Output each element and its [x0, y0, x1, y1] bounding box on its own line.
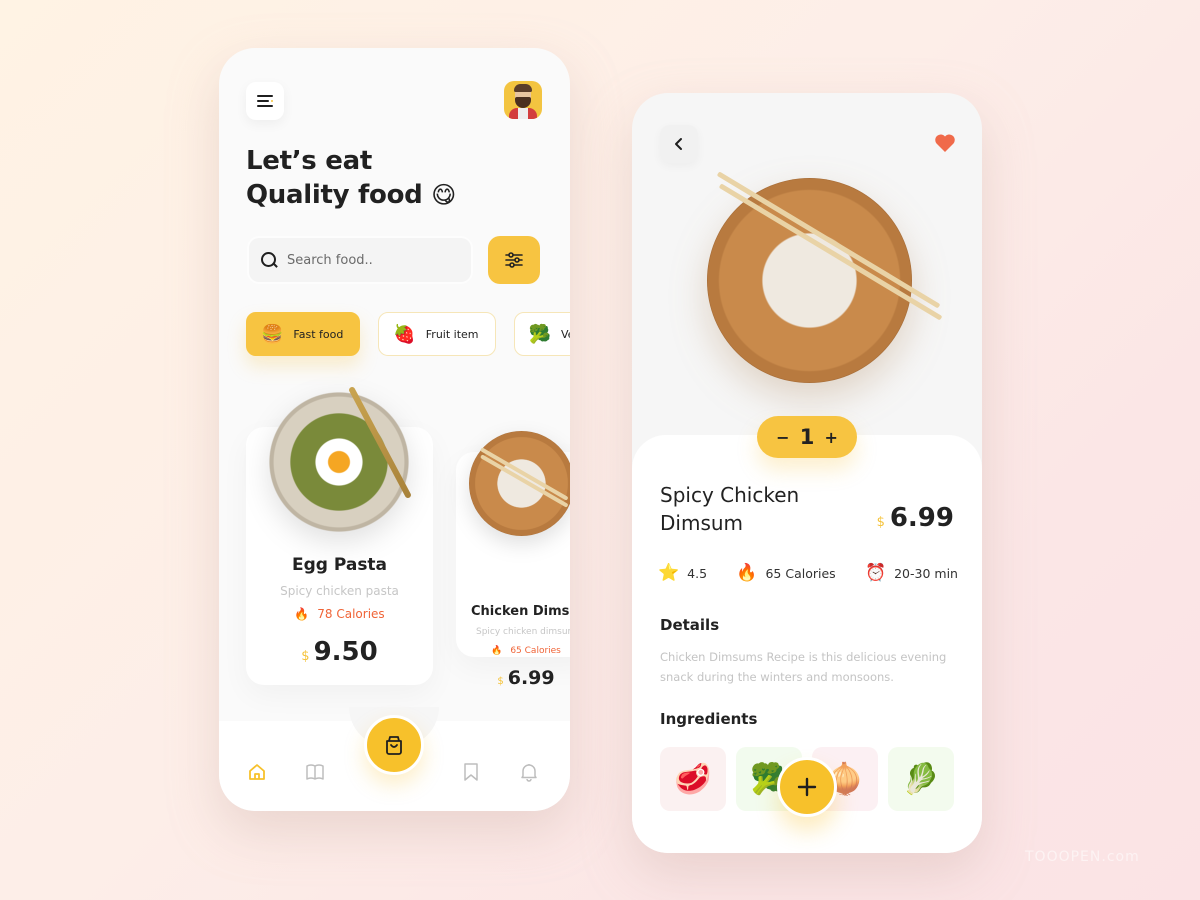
search-box — [247, 236, 473, 284]
add-to-cart-button[interactable] — [777, 757, 837, 817]
dish-name: Spicy Chicken Dimsum — [660, 483, 800, 535]
category-list: 🍔 Fast food 🍓 Fruit item 🥦 Vegetable — [246, 312, 570, 356]
dish-stats: ⭐ 4.5 🔥 65 Calories ⏰ 20-30 min — [658, 563, 958, 583]
home-icon — [249, 764, 265, 780]
increase-quantity-button[interactable]: + — [825, 428, 838, 447]
decrease-quantity-button[interactable]: − — [776, 428, 789, 447]
strawberry-icon: 🍓 — [393, 323, 416, 345]
bookmark-icon — [464, 763, 478, 781]
category-vegetable[interactable]: 🥦 Vegetable — [513, 312, 570, 356]
favorite-button[interactable] — [934, 133, 956, 153]
yummy-face-icon: 😋 — [431, 181, 456, 209]
category-fruit-item[interactable]: 🍓 Fruit item — [378, 312, 496, 356]
details-text: Chicken Dimsums Recipe is this delicious… — [660, 650, 947, 684]
calories: 🔥 65 Calories — [736, 563, 836, 583]
dish-price: $ 6.99 — [876, 503, 954, 533]
chevron-left-icon — [675, 138, 682, 150]
cabbage-icon: 🥬 — [902, 761, 940, 797]
search-icon — [261, 252, 277, 268]
price: $9.50 — [301, 637, 378, 667]
open-book-icon — [306, 764, 324, 780]
quantity-stepper: − 1 + — [757, 416, 857, 458]
category-fast-food[interactable]: 🍔 Fast food — [246, 312, 361, 356]
plus-icon — [797, 777, 817, 797]
prep-time: ⏰ 20-30 min — [864, 563, 958, 583]
dimsum-image — [469, 431, 570, 536]
meat-icon: 🥩 — [674, 761, 712, 797]
home-screen: Let’s eat Quality food 😋 🍔 Fast food 🍓 F… — [219, 48, 570, 811]
search-input[interactable] — [287, 252, 447, 268]
filter-button[interactable] — [488, 236, 540, 284]
nav-saved[interactable] — [460, 761, 482, 783]
price: $6.99 — [497, 667, 555, 689]
bell-icon — [521, 764, 537, 782]
fire-icon: 🔥 — [736, 563, 758, 583]
hamburger-menu-icon — [257, 95, 273, 97]
quantity-value: 1 — [799, 425, 815, 449]
ingredients-heading: Ingredients — [660, 710, 758, 728]
shopping-bag-icon — [386, 736, 402, 755]
ingredient-meat[interactable]: 🥩 — [660, 747, 726, 811]
fire-icon: 🔥 — [294, 607, 310, 621]
rating: ⭐ 4.5 — [658, 563, 708, 583]
star-icon: ⭐ — [658, 563, 680, 583]
menu-button[interactable] — [246, 82, 284, 120]
alarm-clock-icon: ⏰ — [864, 563, 887, 583]
cart-button[interactable] — [364, 715, 424, 775]
fire-icon: 🔥 — [491, 646, 503, 656]
nav-notifications[interactable] — [518, 761, 540, 783]
nav-home[interactable] — [246, 761, 268, 783]
detail-screen: Spicy Chicken Dimsum $ 6.99 ⭐ 4.5 🔥 65 Cal… — [632, 93, 982, 853]
page-title: Let’s eat Quality food 😋 — [246, 146, 456, 210]
details-heading: Details — [660, 616, 720, 634]
nav-menu[interactable] — [304, 761, 326, 783]
burger-icon: 🍔 — [261, 323, 284, 345]
heart-icon — [935, 134, 955, 152]
back-button[interactable] — [660, 125, 698, 163]
broccoli-icon: 🥦 — [528, 323, 551, 345]
watermark: TOOOPEN.com — [1025, 849, 1140, 865]
sliders-icon — [505, 252, 523, 268]
ingredient-cabbage[interactable]: 🥬 — [888, 747, 954, 811]
avatar[interactable] — [504, 81, 542, 119]
